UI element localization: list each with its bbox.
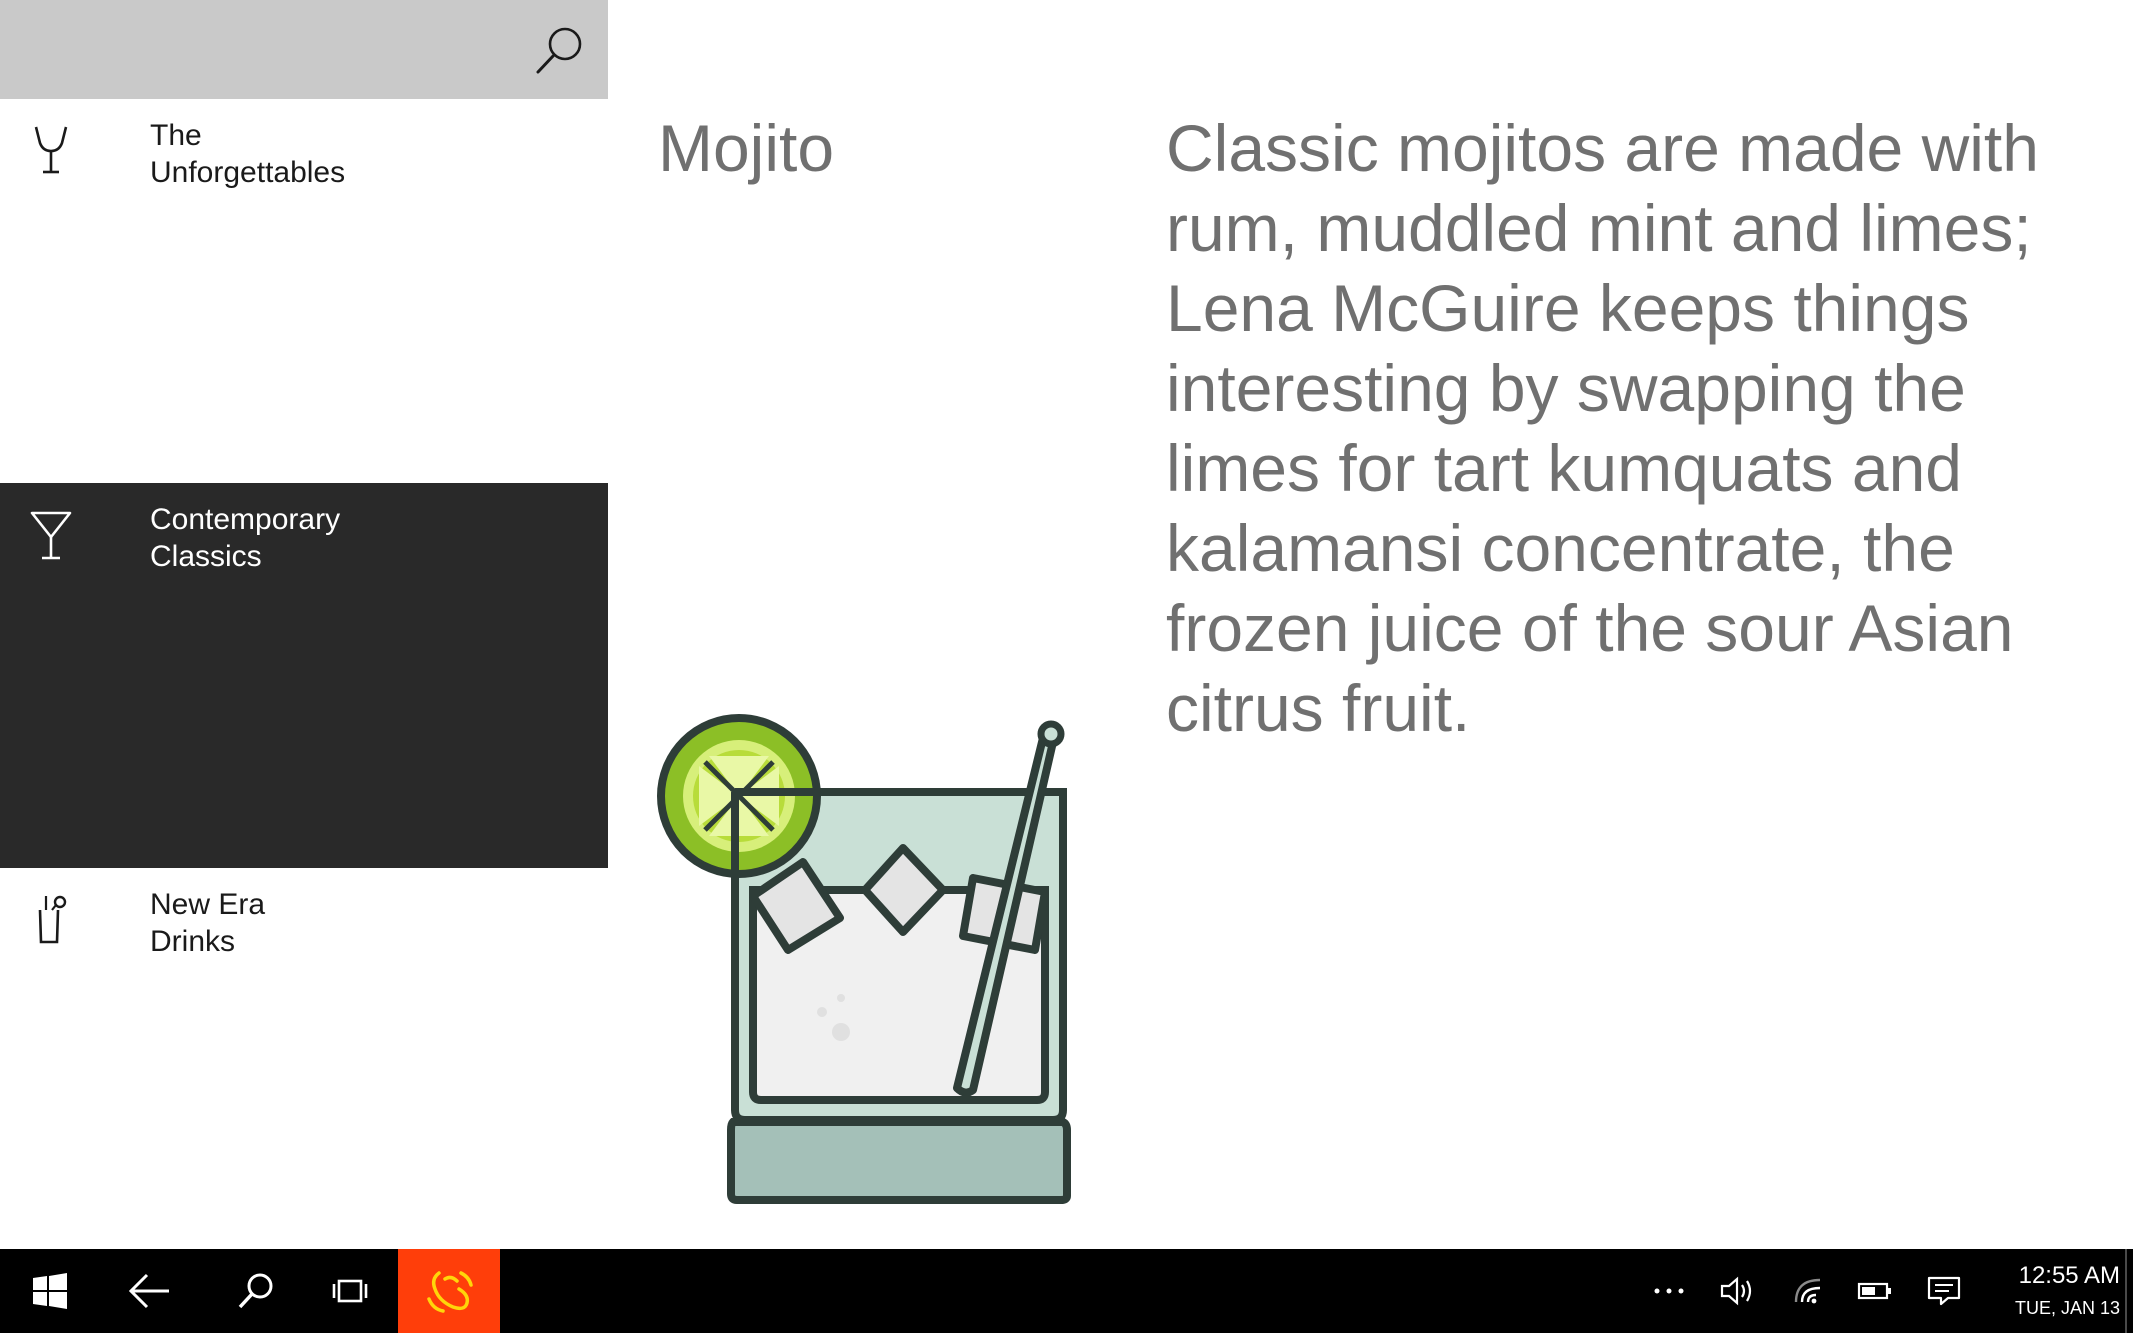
drink-description: Classic mojitos are made with rum, muddl… [1166, 111, 2039, 745]
task-view-icon [332, 1279, 368, 1303]
mojito-glass-illustration [657, 714, 1071, 1204]
clock-time: 12:55 AM [2018, 1262, 2120, 1289]
search-bar[interactable] [0, 0, 608, 99]
show-desktop-button[interactable] [2125, 1249, 2133, 1333]
app-icon [427, 1271, 473, 1313]
start-button[interactable] [0, 1249, 100, 1333]
search-icon [238, 1273, 273, 1309]
tray-overflow-button[interactable] [1646, 1249, 1692, 1333]
martini-glass-icon [30, 511, 72, 560]
wine-glass-icon [34, 126, 68, 174]
active-app-button[interactable] [398, 1249, 500, 1333]
category-sidebar: The Unforgettables Contemporary Classics… [0, 0, 608, 1249]
nav-item-label: Contemporary Classics [150, 503, 341, 573]
back-arrow-icon [128, 1273, 169, 1309]
pint-glass-icon [38, 895, 67, 944]
nav-item-contemporary-classics[interactable]: Contemporary Classics [0, 483, 608, 868]
volume-icon [1720, 1276, 1752, 1306]
action-center-button[interactable] [1918, 1249, 1970, 1333]
more-icon [1654, 1288, 1684, 1294]
task-view-button[interactable] [300, 1249, 400, 1333]
network-button[interactable] [1784, 1249, 1834, 1333]
taskbar: 12:55 AM TUE, JAN 13 [0, 1249, 2133, 1333]
volume-button[interactable] [1712, 1249, 1764, 1333]
search-button[interactable] [528, 22, 590, 80]
drink-title: Mojito [658, 111, 835, 185]
nav-item-the-unforgettables[interactable]: The Unforgettables [0, 99, 608, 483]
wifi-icon [1794, 1278, 1821, 1304]
nav-item-label: The Unforgettables [150, 119, 346, 189]
search-icon [536, 27, 582, 74]
battery-button[interactable] [1850, 1249, 1900, 1333]
clock[interactable]: 12:55 AM TUE, JAN 13 [1990, 1261, 2120, 1321]
taskbar-search-button[interactable] [206, 1249, 306, 1333]
windows-logo-icon [33, 1273, 67, 1309]
nav-item-label: New Era Drinks [150, 888, 266, 958]
clock-date: TUE, JAN 13 [2014, 1298, 2120, 1318]
action-center-icon [1927, 1276, 1961, 1306]
nav-item-new-era-drinks[interactable]: New Era Drinks [0, 868, 608, 1249]
back-button[interactable] [100, 1249, 200, 1333]
battery-icon [1857, 1282, 1891, 1300]
